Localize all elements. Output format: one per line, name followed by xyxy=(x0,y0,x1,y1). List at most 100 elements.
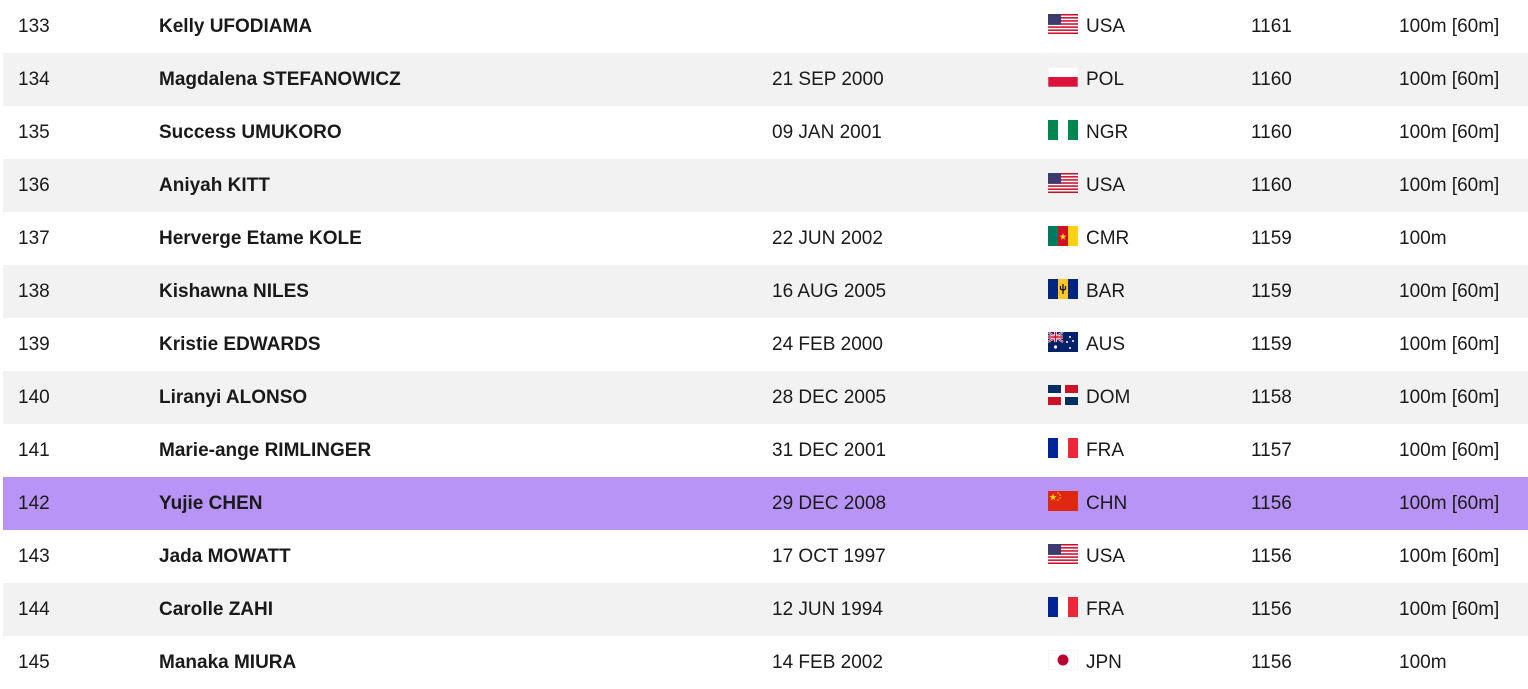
nationality-cell: AUS xyxy=(1086,333,1126,355)
event-cell: 100m xyxy=(1399,227,1447,249)
table-row[interactable]: 144 Carolle ZAHI 12 JUN 1994 FRA 1156 100m [6… xyxy=(3,583,1528,636)
event-cell: 100m [60m] xyxy=(1399,333,1500,355)
athlete-name-link[interactable]: Liranyi ALONSO xyxy=(159,387,307,409)
event-cell: 100m [60m] xyxy=(1399,492,1500,514)
athlete-name-link[interactable]: Yujie CHEN xyxy=(159,493,262,515)
table-row[interactable]: 141 Marie-ange RIMLINGER 31 DEC 2001 FRA 115… xyxy=(3,424,1528,477)
place-cell: 138 xyxy=(18,280,50,302)
event-cell: 100m [60m] xyxy=(1399,439,1500,461)
nationality-cell: DOM xyxy=(1086,386,1131,408)
fra-flag-icon xyxy=(1048,597,1078,617)
place-cell: 143 xyxy=(18,545,50,567)
ranking-table: 133 Kelly UFODIAMA USA 1161 100m [60m] 134 Mag… xyxy=(3,0,1528,689)
score-cell: 1156 xyxy=(1251,492,1292,514)
dob-cell: 21 SEP 2000 xyxy=(772,68,884,90)
table-row[interactable]: 140 Liranyi ALONSO 28 DEC 2005 DOM 1158 100m … xyxy=(3,371,1528,424)
athlete-name-link[interactable]: Carolle ZAHI xyxy=(159,599,273,621)
dob-cell: 14 FEB 2002 xyxy=(772,651,883,673)
score-cell: 1160 xyxy=(1251,174,1292,196)
score-cell: 1156 xyxy=(1251,651,1292,673)
fra-flag-icon xyxy=(1048,438,1078,458)
score-cell: 1159 xyxy=(1251,333,1292,355)
nationality-cell: USA xyxy=(1086,15,1126,37)
dob-cell: 17 OCT 1997 xyxy=(772,545,886,567)
dom-flag-icon xyxy=(1048,385,1078,405)
score-cell: 1158 xyxy=(1251,386,1292,408)
table-row[interactable]: 135 Success UMUKORO 09 JAN 2001 NGR 1160 100m… xyxy=(3,106,1528,159)
pol-flag-icon xyxy=(1048,67,1078,87)
table-row[interactable]: 137 Herverge Etame KOLE 22 JUN 2002 CMR 1159… xyxy=(3,212,1528,265)
cmr-flag-icon xyxy=(1048,226,1078,246)
score-cell: 1161 xyxy=(1251,15,1292,37)
event-cell: 100m [60m] xyxy=(1399,386,1500,408)
place-cell: 145 xyxy=(18,651,50,673)
place-cell: 137 xyxy=(18,227,50,249)
bar-flag-icon xyxy=(1048,279,1078,299)
place-cell: 141 xyxy=(18,439,50,461)
nationality-cell: BAR xyxy=(1086,280,1126,302)
event-cell: 100m [60m] xyxy=(1399,174,1500,196)
aus-flag-icon xyxy=(1048,332,1078,352)
athlete-name-link[interactable]: Kristie EDWARDS xyxy=(159,334,321,356)
score-cell: 1157 xyxy=(1251,439,1292,461)
athlete-name-link[interactable]: Herverge Etame KOLE xyxy=(159,228,362,250)
nationality-cell: CHN xyxy=(1086,492,1128,514)
athlete-name-link[interactable]: Kelly UFODIAMA xyxy=(159,16,312,38)
table-row[interactable]: 138 Kishawna NILES 16 AUG 2005 BAR 1159 100m … xyxy=(3,265,1528,318)
dob-cell: 31 DEC 2001 xyxy=(772,439,887,461)
table-row[interactable]: 145 Manaka MIURA 14 FEB 2002 JPN 1156 100m xyxy=(3,636,1528,689)
score-cell: 1160 xyxy=(1251,68,1292,90)
dob-cell: 24 FEB 2000 xyxy=(772,333,883,355)
jpn-flag-icon xyxy=(1048,650,1078,670)
table-row[interactable]: 143 Jada MOWATT 17 OCT 1997 USA 1156 100m [60… xyxy=(3,530,1528,583)
nationality-cell: FRA xyxy=(1086,598,1124,620)
event-cell: 100m [60m] xyxy=(1399,545,1500,567)
table-row[interactable]: 136 Aniyah KITT USA 1160 100m [60m] xyxy=(3,159,1528,212)
table-row-highlighted[interactable]: 142 Yujie CHEN 29 DEC 2008 CHN 1156 100m [60m… xyxy=(3,477,1528,530)
score-cell: 1159 xyxy=(1251,227,1292,249)
dob-cell: 22 JUN 2002 xyxy=(772,227,883,249)
score-cell: 1156 xyxy=(1251,598,1292,620)
event-cell: 100m xyxy=(1399,651,1447,673)
place-cell: 144 xyxy=(18,598,50,620)
event-cell: 100m [60m] xyxy=(1399,598,1500,620)
place-cell: 139 xyxy=(18,333,50,355)
score-cell: 1159 xyxy=(1251,280,1292,302)
dob-cell: 29 DEC 2008 xyxy=(772,492,887,514)
event-cell: 100m [60m] xyxy=(1399,280,1500,302)
nationality-cell: NGR xyxy=(1086,121,1129,143)
place-cell: 142 xyxy=(18,492,50,514)
dob-cell: 12 JUN 1994 xyxy=(772,598,883,620)
ngr-flag-icon xyxy=(1048,120,1078,140)
place-cell: 135 xyxy=(18,121,50,143)
table-row[interactable]: 134 Magdalena STEFANOWICZ 21 SEP 2000 POL 11… xyxy=(3,53,1528,106)
athlete-name-link[interactable]: Kishawna NILES xyxy=(159,281,309,303)
usa-flag-icon xyxy=(1048,544,1078,564)
place-cell: 140 xyxy=(18,386,50,408)
table-row[interactable]: 139 Kristie EDWARDS 24 FEB 2000 AUS 1159 100m… xyxy=(3,318,1528,371)
nationality-cell: JPN xyxy=(1086,651,1122,673)
score-cell: 1156 xyxy=(1251,545,1292,567)
score-cell: 1160 xyxy=(1251,121,1292,143)
nationality-cell: CMR xyxy=(1086,227,1130,249)
place-cell: 134 xyxy=(18,68,50,90)
nationality-cell: USA xyxy=(1086,545,1126,567)
athlete-name-link[interactable]: Success UMUKORO xyxy=(159,122,342,144)
nationality-cell: FRA xyxy=(1086,439,1124,461)
usa-flag-icon xyxy=(1048,173,1078,193)
dob-cell: 09 JAN 2001 xyxy=(772,121,882,143)
event-cell: 100m [60m] xyxy=(1399,15,1500,37)
event-cell: 100m [60m] xyxy=(1399,68,1500,90)
athlete-name-link[interactable]: Jada MOWATT xyxy=(159,546,291,568)
ranking-rows: 133 Kelly UFODIAMA USA 1161 100m [60m] 134 Mag… xyxy=(3,0,1528,689)
athlete-name-link[interactable]: Aniyah KITT xyxy=(159,175,270,197)
athlete-name-link[interactable]: Manaka MIURA xyxy=(159,652,296,674)
athlete-name-link[interactable]: Magdalena STEFANOWICZ xyxy=(159,69,401,91)
table-row[interactable]: 133 Kelly UFODIAMA USA 1161 100m [60m] xyxy=(3,0,1528,53)
chn-flag-icon xyxy=(1048,491,1078,511)
nationality-cell: POL xyxy=(1086,68,1125,90)
place-cell: 133 xyxy=(18,15,50,37)
dob-cell: 28 DEC 2005 xyxy=(772,386,887,408)
dob-cell: 16 AUG 2005 xyxy=(772,280,887,302)
athlete-name-link[interactable]: Marie-ange RIMLINGER xyxy=(159,440,371,462)
